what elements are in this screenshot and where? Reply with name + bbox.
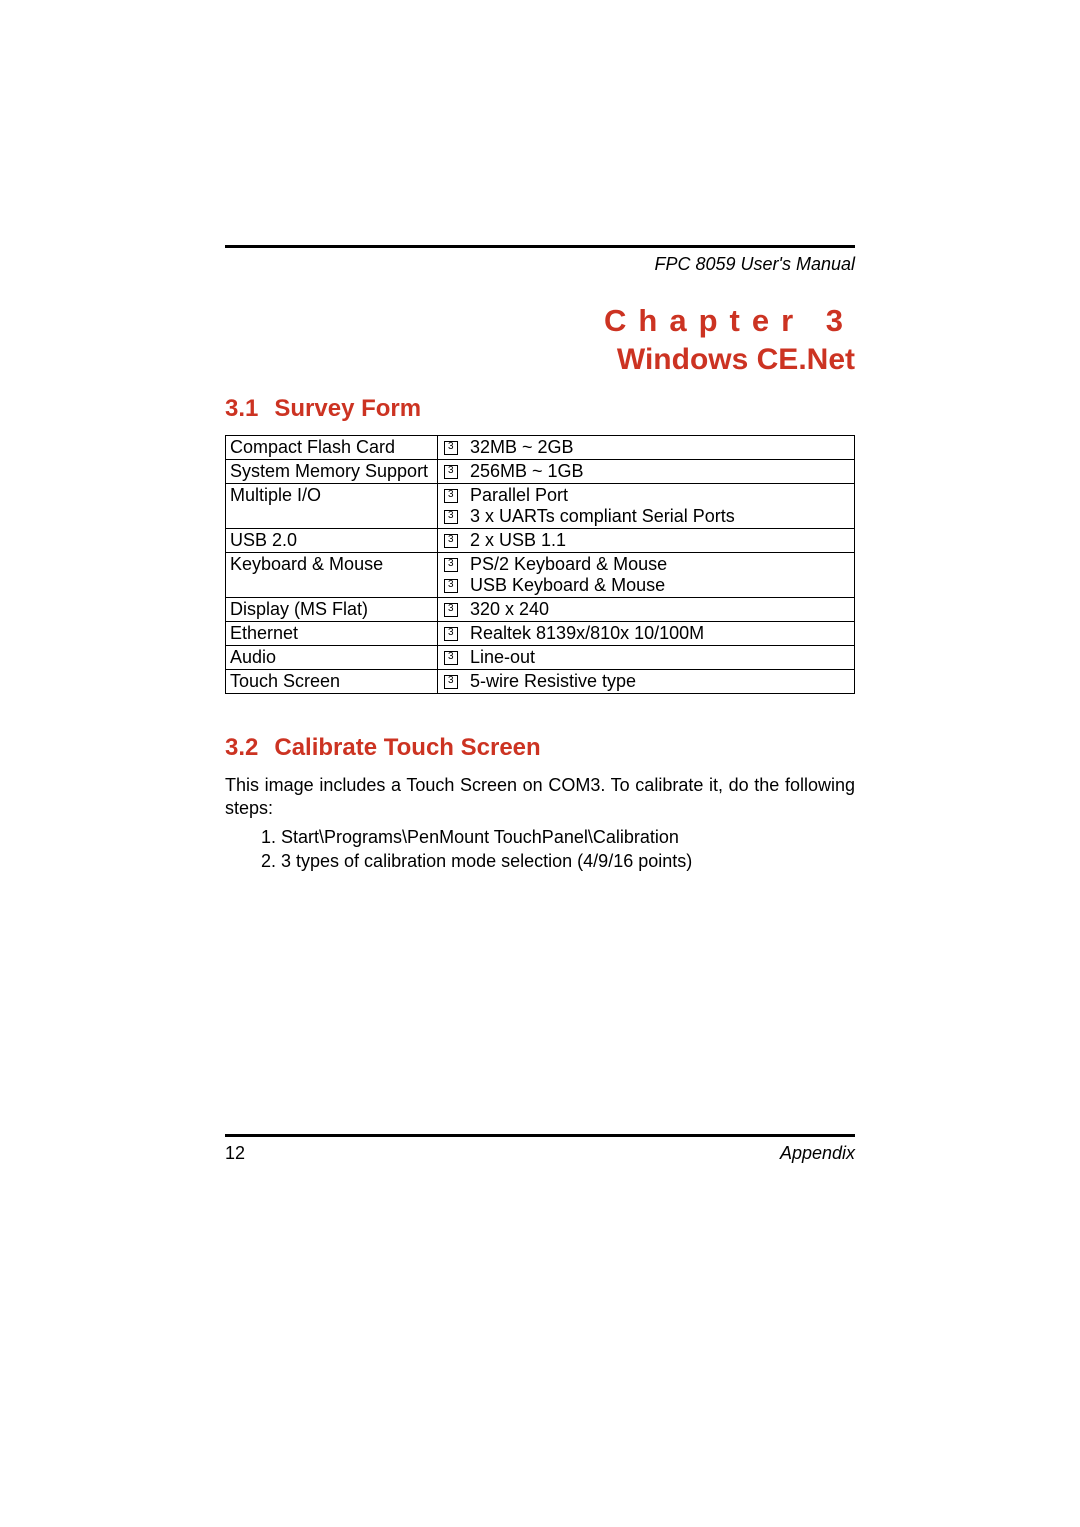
row-label: Audio	[226, 646, 438, 670]
list-item: Parallel Port	[442, 485, 850, 506]
item-text: PS/2 Keyboard & Mouse	[470, 554, 667, 574]
bullet-box-icon	[444, 510, 458, 524]
chapter-label: Chapter 3	[225, 303, 855, 339]
table-row: Multiple I/OParallel Port3 x UARTs compl…	[226, 484, 855, 529]
item-text: 3 x UARTs compliant Serial Ports	[470, 506, 735, 526]
footer-rule	[225, 1134, 855, 1137]
header-rule	[225, 245, 855, 248]
row-label: USB 2.0	[226, 529, 438, 553]
item-text: 2 x USB 1.1	[470, 530, 566, 550]
table-row: Audio Line-out	[226, 646, 855, 670]
item-text: 32MB ~ 2GB	[470, 437, 574, 457]
bullet-box-icon	[444, 441, 458, 455]
section-number: 3.2	[225, 734, 258, 761]
section-title: Calibrate Touch Screen	[274, 734, 540, 761]
list-item: 32MB ~ 2GB	[442, 437, 850, 458]
row-values: 256MB ~ 1GB	[438, 460, 855, 484]
row-values: 32MB ~ 2GB	[438, 436, 855, 460]
row-values: 320 x 240	[438, 598, 855, 622]
row-values: 5-wire Resistive type	[438, 670, 855, 694]
table-row: USB 2.0 2 x USB 1.1	[226, 529, 855, 553]
list-item: USB Keyboard & Mouse	[442, 575, 850, 596]
table-row: Display (MS Flat) 320 x 240	[226, 598, 855, 622]
section-heading-survey: 3.1 Survey Form	[225, 395, 855, 423]
row-label: Compact Flash Card	[226, 436, 438, 460]
bullet-box-icon	[444, 465, 458, 479]
list-item: 320 x 240	[442, 599, 850, 620]
table-row: System Memory Support 256MB ~ 1GB	[226, 460, 855, 484]
table-row: Touch Screen 5-wire Resistive type	[226, 670, 855, 694]
step-item: 1. Start\Programs\PenMount TouchPanel\Ca…	[261, 825, 855, 849]
bullet-box-icon	[444, 534, 458, 548]
item-text: 256MB ~ 1GB	[470, 461, 584, 481]
list-item: Line-out	[442, 647, 850, 668]
footer-section: Appendix	[780, 1143, 855, 1164]
list-item: 5-wire Resistive type	[442, 671, 850, 692]
bullet-box-icon	[444, 579, 458, 593]
bullet-box-icon	[444, 558, 458, 572]
item-text: USB Keyboard & Mouse	[470, 575, 665, 595]
table-row: Keyboard & MousePS/2 Keyboard & MouseUSB…	[226, 553, 855, 598]
list-item: Realtek 8139x/810x 10/100M	[442, 623, 850, 644]
bullet-box-icon	[444, 627, 458, 641]
row-values: Parallel Port3 x UARTs compliant Serial …	[438, 484, 855, 529]
list-item: PS/2 Keyboard & Mouse	[442, 554, 850, 575]
row-label: Keyboard & Mouse	[226, 553, 438, 598]
row-label: Touch Screen	[226, 670, 438, 694]
table-row: Compact Flash Card 32MB ~ 2GB	[226, 436, 855, 460]
bullet-box-icon	[444, 675, 458, 689]
chapter-title: Windows CE.Net	[225, 343, 855, 377]
row-label: Multiple I/O	[226, 484, 438, 529]
row-values: Line-out	[438, 646, 855, 670]
page-footer: 12 Appendix	[225, 1134, 855, 1164]
row-label: Ethernet	[226, 622, 438, 646]
section-title: Survey Form	[274, 395, 421, 422]
row-values: Realtek 8139x/810x 10/100M	[438, 622, 855, 646]
bullet-box-icon	[444, 489, 458, 503]
section-heading-calibrate: 3.2 Calibrate Touch Screen	[225, 734, 855, 762]
calibrate-intro: This image includes a Touch Screen on CO…	[225, 774, 855, 821]
section-number: 3.1	[225, 395, 258, 422]
header-manual-title: FPC 8059 User's Manual	[225, 254, 855, 275]
row-label: Display (MS Flat)	[226, 598, 438, 622]
calibrate-steps: 1. Start\Programs\PenMount TouchPanel\Ca…	[225, 825, 855, 874]
row-label: System Memory Support	[226, 460, 438, 484]
item-text: 320 x 240	[470, 599, 549, 619]
item-text: Realtek 8139x/810x 10/100M	[470, 623, 704, 643]
list-item: 3 x UARTs compliant Serial Ports	[442, 506, 850, 527]
list-item: 2 x USB 1.1	[442, 530, 850, 551]
list-item: 256MB ~ 1GB	[442, 461, 850, 482]
item-text: 5-wire Resistive type	[470, 671, 636, 691]
page-number: 12	[225, 1143, 245, 1164]
bullet-box-icon	[444, 603, 458, 617]
row-values: PS/2 Keyboard & MouseUSB Keyboard & Mous…	[438, 553, 855, 598]
row-values: 2 x USB 1.1	[438, 529, 855, 553]
item-text: Parallel Port	[470, 485, 568, 505]
survey-table: Compact Flash Card 32MB ~ 2GB System Memor…	[225, 435, 855, 694]
table-row: Ethernet Realtek 8139x/810x 10/100M	[226, 622, 855, 646]
step-item: 2. 3 types of calibration mode selection…	[261, 849, 855, 873]
bullet-box-icon	[444, 651, 458, 665]
item-text: Line-out	[470, 647, 535, 667]
